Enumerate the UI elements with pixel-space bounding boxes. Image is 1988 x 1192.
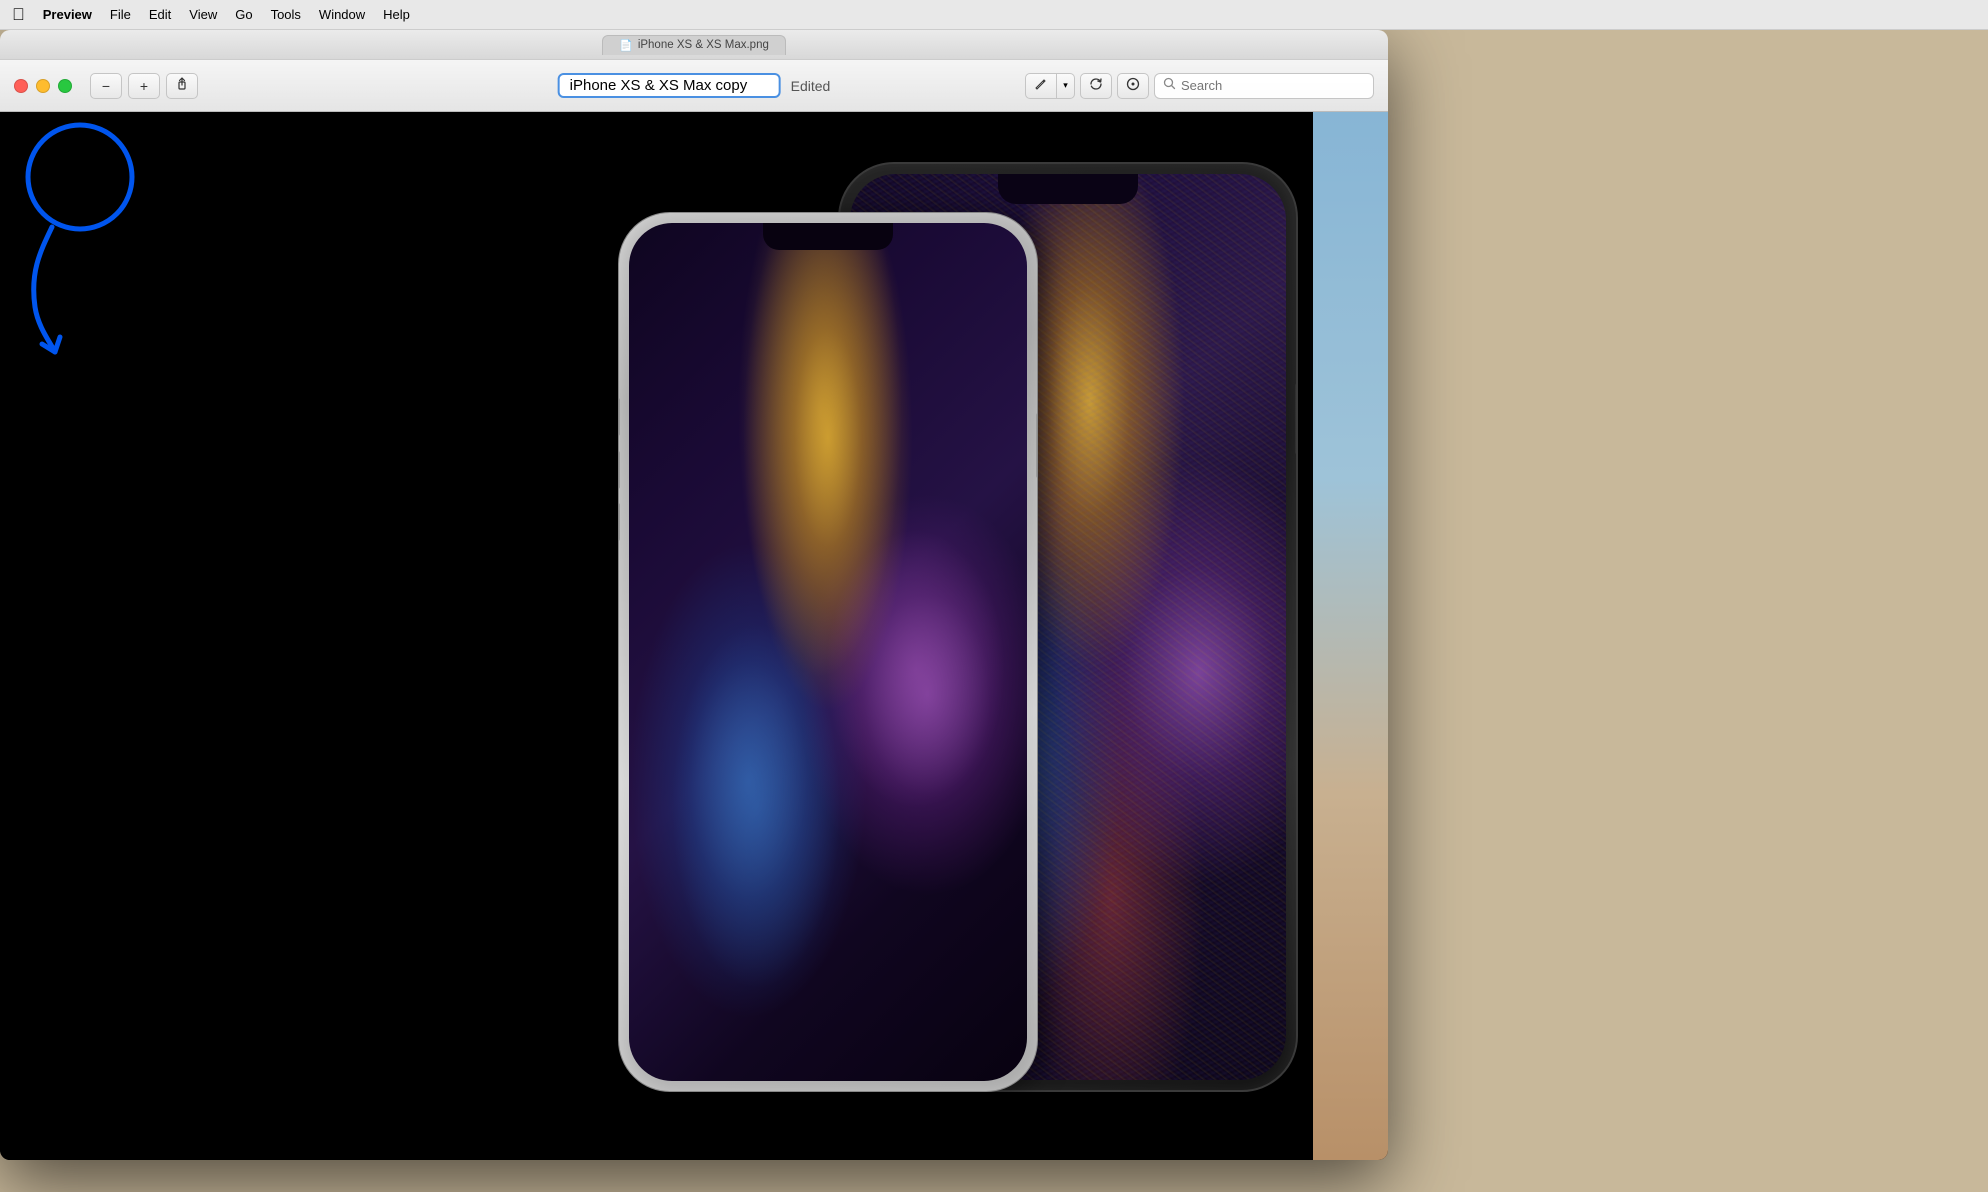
- chevron-down-icon: ▾: [1063, 80, 1068, 91]
- zoom-out-icon: −: [102, 78, 110, 94]
- menu-tools[interactable]: Tools: [271, 7, 301, 22]
- close-button[interactable]: [14, 79, 28, 93]
- menu-window[interactable]: Window: [319, 7, 365, 22]
- maximize-button[interactable]: [58, 79, 72, 93]
- menu-file[interactable]: File: [110, 7, 131, 22]
- menu-bar:  Preview File Edit View Go Tools Window…: [0, 0, 1988, 30]
- zoom-in-button[interactable]: +: [128, 73, 160, 99]
- image-display: [0, 112, 1388, 1160]
- traffic-lights: [14, 79, 72, 93]
- tab-filename: iPhone XS & XS Max.png: [638, 39, 769, 51]
- search-input[interactable]: [1181, 78, 1365, 93]
- rotate-button[interactable]: [1080, 73, 1112, 99]
- file-tab[interactable]: 📄 iPhone XS & XS Max.png: [602, 35, 786, 55]
- rotate-icon: [1089, 77, 1103, 94]
- file-icon: 📄: [619, 39, 633, 52]
- edited-badge: Edited: [791, 78, 831, 94]
- minimize-button[interactable]: [36, 79, 50, 93]
- search-box[interactable]: [1154, 73, 1374, 99]
- share-icon: [175, 77, 189, 94]
- menu-view[interactable]: View: [189, 7, 217, 22]
- phone-body-left: [618, 212, 1038, 1092]
- window-titlebar: 📄 iPhone XS & XS Max.png: [0, 30, 1388, 60]
- annotate-button[interactable]: [1117, 73, 1149, 99]
- document-title-input[interactable]: [558, 73, 781, 98]
- menu-go[interactable]: Go: [235, 7, 252, 22]
- desktop-background: [1313, 112, 1388, 1160]
- markup-dropdown-button[interactable]: ▾: [1057, 73, 1075, 99]
- menu-edit[interactable]: Edit: [149, 7, 171, 22]
- zoom-in-icon: +: [140, 78, 148, 94]
- window-title-area: Edited: [558, 73, 831, 98]
- preview-window: 📄 iPhone XS & XS Max.png − +: [0, 30, 1388, 1160]
- markup-icon: [1034, 77, 1048, 94]
- annotate-icon: [1126, 77, 1140, 94]
- menu-preview[interactable]: Preview: [43, 7, 92, 22]
- phone-screen-left: [629, 223, 1027, 1081]
- search-icon: [1163, 77, 1176, 95]
- apple-menu[interactable]: : [12, 5, 25, 25]
- toolbar-right: ▾: [1025, 73, 1374, 99]
- markup-button[interactable]: [1025, 73, 1057, 99]
- phone-xs: [588, 192, 1068, 1112]
- toolbar: − + Edited: [0, 60, 1388, 112]
- image-content: [0, 112, 1388, 1160]
- menu-help[interactable]: Help: [383, 7, 410, 22]
- share-button[interactable]: [166, 73, 198, 99]
- markup-button-group: ▾: [1025, 73, 1075, 99]
- annotation-circle-svg: [0, 112, 200, 392]
- toolbar-left-buttons: − +: [90, 73, 198, 99]
- zoom-out-button[interactable]: −: [90, 73, 122, 99]
